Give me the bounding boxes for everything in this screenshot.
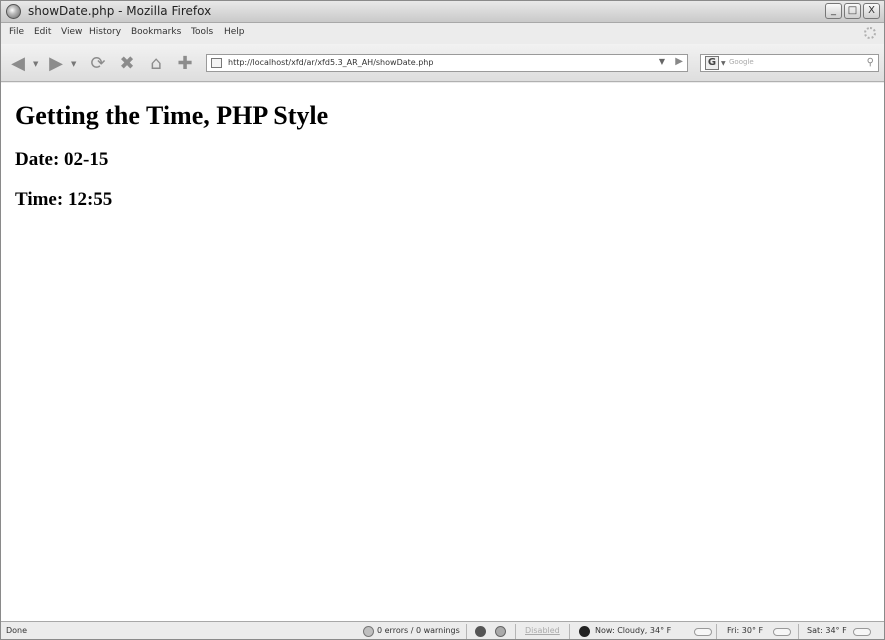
- page-heading: Getting the Time, PHP Style: [15, 101, 329, 130]
- navigation-toolbar: ◀ ▼ ▶ ▼ ⟳ ✖ ⌂ ✚ http://localhost/xfd/ar/…: [1, 44, 884, 82]
- url-bar[interactable]: http://localhost/xfd/ar/xfd5.3_AR_AH/sho…: [206, 54, 688, 72]
- date-line: Date: 02-15: [15, 149, 109, 170]
- addon-icon[interactable]: [475, 626, 486, 637]
- back-icon[interactable]: ◀: [7, 52, 29, 74]
- page-favicon-icon: [211, 58, 222, 68]
- menu-view[interactable]: View: [61, 27, 82, 37]
- weather-now[interactable]: Now: Cloudy, 34° F: [595, 626, 671, 635]
- time-line: Time: 12:55: [15, 189, 113, 210]
- home-icon[interactable]: ⌂: [145, 52, 167, 74]
- forward-history-dropdown-icon[interactable]: ▼: [71, 60, 76, 68]
- weather-sat[interactable]: Sat: 34° F: [807, 626, 847, 635]
- url-text[interactable]: http://localhost/xfd/ar/xfd5.3_AR_AH/sho…: [228, 58, 433, 67]
- menu-tools[interactable]: Tools: [191, 27, 213, 37]
- window-controls: _ □ X: [825, 3, 880, 19]
- cloud-icon: [773, 628, 791, 636]
- throbber-icon: [864, 27, 876, 39]
- title-bar: showDate.php - Mozilla Firefox _ □ X: [1, 1, 884, 23]
- status-text: Done: [6, 626, 28, 635]
- cloud-icon: [853, 628, 871, 636]
- browser-window: showDate.php - Mozilla Firefox _ □ X Fil…: [0, 0, 885, 640]
- forward-icon[interactable]: ▶: [45, 52, 67, 74]
- menu-bar: File Edit View History Bookmarks Tools H…: [1, 24, 884, 43]
- go-icon[interactable]: ▶: [675, 56, 683, 67]
- search-bar[interactable]: G ▼ Google ⚲: [700, 54, 879, 72]
- maximize-button[interactable]: □: [844, 3, 861, 19]
- menu-help[interactable]: Help: [224, 27, 245, 37]
- menu-file[interactable]: File: [9, 27, 24, 37]
- window-title: showDate.php - Mozilla Firefox: [28, 4, 212, 18]
- status-bar: Done 0 errors / 0 warnings Disabled Now:…: [1, 621, 884, 639]
- disabled-status[interactable]: Disabled: [525, 626, 560, 635]
- stop-icon[interactable]: ✖: [116, 52, 138, 74]
- weather-icon: [579, 626, 590, 637]
- firefox-icon: [6, 4, 21, 19]
- menu-edit[interactable]: Edit: [34, 27, 51, 37]
- cloud-icon: [694, 628, 712, 636]
- weather-fri[interactable]: Fri: 30° F: [727, 626, 763, 635]
- new-tab-icon[interactable]: ✚: [174, 52, 196, 74]
- status-separator: [716, 624, 717, 639]
- addon-settings-icon[interactable]: [495, 626, 506, 637]
- status-separator: [569, 624, 570, 639]
- close-button[interactable]: X: [863, 3, 880, 19]
- menu-bookmarks[interactable]: Bookmarks: [131, 27, 181, 37]
- minimize-button[interactable]: _: [825, 3, 842, 19]
- search-input[interactable]: Google: [729, 58, 754, 66]
- reload-icon[interactable]: ⟳: [87, 52, 109, 74]
- status-separator: [798, 624, 799, 639]
- check-icon: [363, 626, 374, 637]
- back-history-dropdown-icon[interactable]: ▼: [33, 60, 38, 68]
- search-icon[interactable]: ⚲: [867, 57, 874, 68]
- status-separator: [466, 624, 467, 639]
- error-console-status[interactable]: 0 errors / 0 warnings: [377, 626, 460, 635]
- status-separator: [515, 624, 516, 639]
- page-content: Getting the Time, PHP Style Date: 02-15 …: [1, 83, 884, 621]
- search-engine-icon[interactable]: G: [705, 56, 719, 70]
- search-engine-dropdown-icon[interactable]: ▼: [721, 60, 726, 67]
- menu-history[interactable]: History: [89, 27, 121, 37]
- url-history-dropdown-icon[interactable]: ▼: [659, 57, 665, 66]
